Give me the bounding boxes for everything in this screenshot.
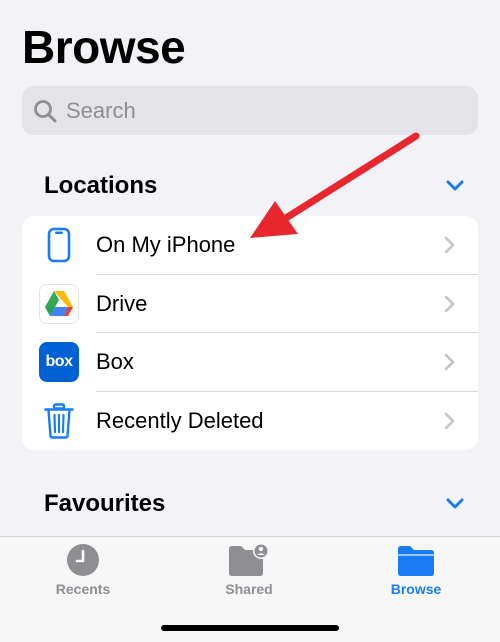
box-icon: box xyxy=(39,342,79,383)
favourites-title: Favourites xyxy=(44,490,166,517)
chevron-down-icon[interactable] xyxy=(446,498,464,510)
tab-label: Browse xyxy=(390,581,442,597)
iphone-icon xyxy=(47,227,71,263)
locations-list: On My iPhone Drive box Box Recently Dele… xyxy=(22,216,478,450)
chevron-right-icon xyxy=(444,353,455,371)
location-label: Box xyxy=(96,349,134,375)
locations-header[interactable]: Locations xyxy=(44,172,464,200)
chevron-right-icon xyxy=(444,412,455,430)
folder-icon xyxy=(398,546,434,576)
locations-title: Locations xyxy=(44,172,158,199)
tab-recents[interactable]: Recents xyxy=(23,543,143,597)
chevron-right-icon xyxy=(444,236,455,254)
chevron-right-icon xyxy=(444,295,455,313)
tab-shared[interactable]: Shared xyxy=(189,543,309,597)
search-input[interactable] xyxy=(66,97,446,124)
chevron-down-icon[interactable] xyxy=(446,180,464,192)
tab-label: Shared xyxy=(225,581,273,597)
search-bar[interactable] xyxy=(22,86,478,135)
location-item-on-my-iphone[interactable]: On My iPhone xyxy=(22,216,478,275)
favourites-header[interactable]: Favourites xyxy=(44,490,464,518)
location-item-recently-deleted[interactable]: Recently Deleted xyxy=(22,392,478,451)
page-title: Browse xyxy=(22,21,186,73)
home-indicator[interactable] xyxy=(161,625,339,631)
location-label: Drive xyxy=(96,290,148,316)
location-label: On My iPhone xyxy=(96,232,236,258)
google-drive-icon xyxy=(39,283,79,324)
clock-icon xyxy=(67,544,99,576)
trash-icon xyxy=(44,403,74,439)
location-item-box[interactable]: box Box xyxy=(22,333,478,392)
location-item-drive[interactable]: Drive xyxy=(22,275,478,333)
search-icon xyxy=(34,99,57,122)
location-label: Recently Deleted xyxy=(96,407,264,433)
shared-folder-icon xyxy=(229,543,269,576)
tab-label: Recents xyxy=(55,581,111,597)
tab-browse[interactable]: Browse xyxy=(356,543,476,597)
